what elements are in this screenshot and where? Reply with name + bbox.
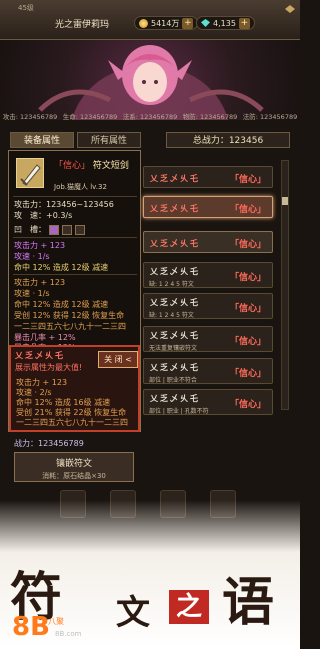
slot-empty	[75, 224, 85, 235]
divider	[13, 196, 137, 197]
popup-title: 展示属性为最大值!	[15, 363, 83, 372]
site-url: 8B.com	[55, 630, 82, 638]
bonus-line: 攻速 · 1/s	[14, 289, 50, 298]
rune-row[interactable]: 乂乏乄乆乇 「信心」 缺: 1 2 4 5 符文	[143, 293, 273, 319]
gem-counter: 4,135 +	[196, 16, 255, 30]
stat-attack: 攻击: 123456789	[2, 113, 58, 121]
rune-row[interactable]: 乂乏乄乆乇 「信心」 部位 | 职业不符合	[143, 358, 273, 384]
rune-name: 「信心」	[229, 205, 266, 215]
item-job: Job.猫魔人 lv.32	[54, 183, 107, 191]
rune-glyphs: 乂乏乄乆乇	[150, 363, 200, 372]
stat-mdef: 法防: 123456789	[242, 113, 298, 121]
stat-pdef: 物防: 123456789	[182, 113, 238, 121]
stat-magic: 法系: 123456789	[122, 113, 178, 121]
rune-glyphs: 乂乏乄乆乇	[150, 394, 200, 403]
scroll-thumb[interactable]	[282, 197, 288, 205]
rune-status: 缺: 1 2 4 5 符文	[149, 312, 194, 319]
stat-hp: 生命: 123456789	[62, 113, 118, 121]
tooltip-header: 「信心」 符文短剑 Job.猫魔人 lv.32	[9, 151, 140, 195]
sword-icon	[16, 158, 44, 188]
slots-label: 凹 槽：	[14, 225, 46, 234]
character-portrait	[0, 40, 300, 120]
divider	[13, 237, 137, 238]
bonus-line: 命中 12% 造成 12级 减速	[14, 300, 109, 309]
rune-name: 「信心」	[229, 240, 266, 250]
bonus-line: 攻速 · 1/s	[14, 252, 50, 261]
rune-glyphs: 乂乏乄乆乇	[150, 298, 200, 307]
rune-name: 「信心」	[229, 400, 266, 410]
total-power: 总战力：123456	[166, 132, 290, 148]
attack-range: 攻击力：123456~123456	[14, 200, 114, 209]
add-gem-button[interactable]: +	[238, 17, 250, 29]
gold-coin-icon	[139, 18, 148, 28]
rune-status: 部位 | 职业不符合	[149, 377, 197, 384]
embed-rune-button[interactable]: 镶嵌符文 消耗：原石结晶×30	[14, 452, 134, 482]
player-level: 45级	[18, 4, 34, 12]
add-gold-button[interactable]: +	[182, 17, 194, 29]
attack-speed: 攻 速：+0.3/s	[14, 211, 73, 220]
tab-all-attr[interactable]: 所有属性	[77, 132, 141, 148]
bonus-line: 命中 12% 造成 12级 减速	[14, 263, 109, 272]
banner-char-3: 之	[169, 590, 209, 624]
popup-runes: 乂乏乄乆乇	[15, 351, 65, 360]
top-bar: 45级 光之雷伊莉玛 5414万 + 4,135 +	[0, 0, 300, 40]
max-attr-popup: 乂乏乄乆乇 展示属性为最大值! 关 闭 < 攻击力 + 123 攻速 · 2/s…	[9, 345, 140, 432]
bonus-line: 受创 12% 获得 12级 恢复生命	[14, 311, 125, 320]
gem-icon	[201, 19, 210, 27]
bonus-line: 攻击力 + 123	[14, 278, 66, 287]
rune-glyphs: 乂乏乄乆乇	[150, 331, 200, 340]
rune-row[interactable]: 乂乏乄乆乇 「信心」	[143, 166, 273, 188]
gold-counter: 5414万 +	[134, 16, 199, 30]
item-name: 「信心」 符文短剑	[54, 161, 129, 171]
rune-row-selected[interactable]: 乂乏乄乆乇 「信心」	[143, 196, 273, 218]
site-logo: 8B	[12, 612, 50, 642]
rune-glyphs: 乂乏乄乆乇	[150, 239, 200, 248]
player-name: 光之雷伊莉玛	[55, 20, 110, 30]
rune-glyphs: 乂乏乄乆乇	[150, 204, 200, 213]
item-power: 战力：123456789	[14, 439, 84, 448]
banner-char-4: 语	[222, 572, 275, 633]
rune-row[interactable]: 乂乏乄乆乇 「信心」 无法重复镶嵌符文	[143, 326, 273, 352]
banner-char-2: 文	[116, 593, 150, 633]
rune-name: 「信心」	[229, 304, 266, 314]
bonus-line: 攻击力 + 123	[14, 241, 66, 250]
tab-equip-attr[interactable]: 装备属性	[10, 132, 74, 148]
tab-bar: 装备属性 所有属性 总战力：123456	[0, 128, 300, 150]
rune-status: 无法重复镶嵌符文	[149, 345, 198, 352]
socket-slots: 凹 槽：	[14, 224, 85, 235]
rune-name: 「信心」	[229, 369, 266, 379]
bonus-line: 一二三四五六七八九十一二三四	[14, 322, 126, 331]
rune-glyphs: 乂乏乄乆乇	[150, 174, 200, 183]
rune-name: 「信心」	[229, 175, 266, 185]
rune-name: 「信心」	[229, 337, 266, 347]
rune-row[interactable]: 乂乏乄乆乇 「信心」 缺: 1 2 4 5 符文	[143, 262, 273, 288]
menu-icon[interactable]	[284, 4, 296, 14]
rune-row[interactable]: 乂乏乄乆乇 「信心」	[143, 231, 273, 253]
popup-line: 一二三四五六七八九十一二三四	[16, 418, 128, 427]
close-button[interactable]: 关 闭 <	[98, 351, 138, 368]
rune-status: 缺: 1 2 4 5 符文	[149, 281, 194, 288]
slot-filled	[49, 224, 59, 235]
gem-value: 4,135	[213, 18, 236, 28]
list-scrollbar[interactable]	[281, 160, 289, 410]
rune-row[interactable]: 乂乏乄乆乇 「信心」 部位 | 职业 | 孔数不符	[143, 389, 273, 415]
site-logo-sub: 八聚	[48, 617, 64, 626]
embed-title: 镶嵌符文	[55, 459, 92, 469]
rune-name: 「信心」	[229, 273, 266, 283]
divider	[13, 274, 137, 275]
stats-row: 攻击: 123456789 生命: 123456789 法系: 12345678…	[0, 111, 300, 123]
rune-glyphs: 乂乏乄乆乇	[150, 267, 200, 276]
gold-value: 5414万	[151, 18, 180, 28]
slot-empty	[62, 224, 72, 235]
rune-status: 部位 | 职业 | 孔数不符	[149, 408, 209, 415]
embed-cost: 消耗：原石结晶×30	[42, 472, 106, 480]
